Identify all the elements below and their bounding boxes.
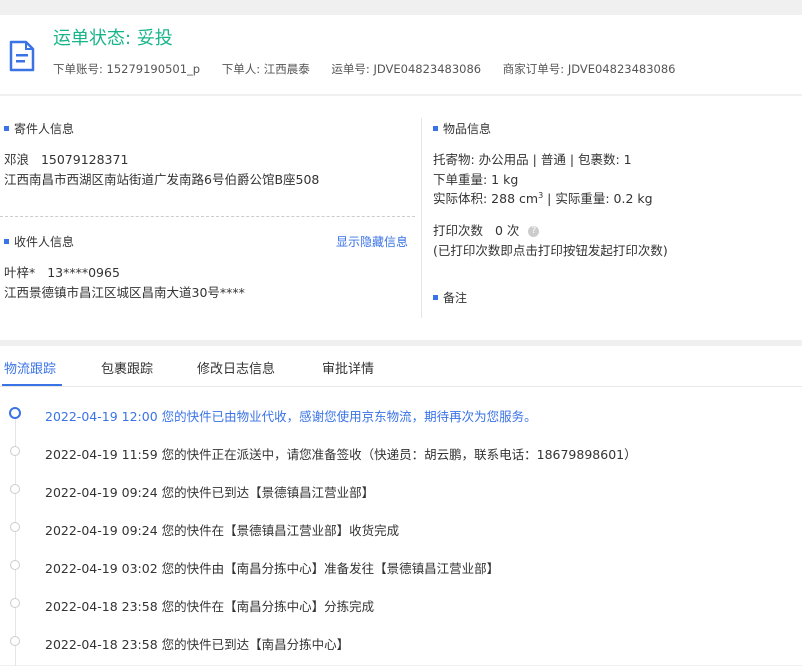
goods-section-title: 物品信息 — [433, 120, 491, 137]
status-value: 妥投 — [136, 28, 173, 49]
waybill-value: JDVE04823483086 — [373, 62, 482, 76]
receiver-section-title: 收件人信息 — [4, 233, 74, 250]
waybill-header: 运单状态: 妥投 下单账号: 15279190501_p 下单人: 江西晨泰 运… — [0, 15, 802, 94]
timeline-dot — [10, 522, 20, 532]
question-icon[interactable]: ? — [528, 226, 540, 237]
account-value: 15279190501_p — [106, 62, 201, 76]
actual-weight-text: | 实际重量: 0.2 kg — [543, 191, 653, 206]
volume-text: 实际体积: 288 cm — [433, 191, 539, 206]
info-panel: 寄件人信息 邓浪 15079128371 江西南昌市西湖区南站街道广发南路6号伯… — [0, 96, 802, 340]
tab-bar: 物流跟踪 包裹跟踪 修改日志信息 审批详情 — [0, 346, 802, 387]
timeline-item: 2022-04-19 03:02 您的快件由【南昌分拣中心】准备发往【景德镇昌江… — [0, 558, 802, 578]
receiver-name-phone: 叶梓* 13****0965 — [4, 262, 120, 281]
timeline-text: 2022-04-18 23:58 您的快件在【南昌分拣中心】分拣完成 — [45, 599, 375, 614]
timeline-text: 2022-04-19 12:00 您的快件已由物业代收，感谢您使用京东物流，期待… — [45, 409, 537, 424]
timeline-item: 2022-04-18 23:58 您的快件在【南昌分拣中心】分拣完成 — [0, 596, 802, 616]
goods-line-weight: 下单重量: 1 kg — [433, 172, 519, 187]
merchant-order-label: 商家订单号: — [502, 62, 565, 76]
timeline-item: 2022-04-19 12:00 您的快件已由物业代收，感谢您使用京东物流，期待… — [0, 406, 802, 426]
timeline-item: 2022-04-19 09:24 您的快件在【景德镇昌江营业部】收货完成 — [0, 520, 802, 540]
timeline-dot — [10, 636, 20, 646]
timeline-text: 2022-04-19 09:24 您的快件在【景德镇昌江营业部】收货完成 — [45, 523, 400, 538]
timeline-text: 2022-04-19 03:02 您的快件由【南昌分拣中心】准备发往【景德镇昌江… — [45, 561, 500, 576]
waybill-status: 运单状态: 妥投 — [53, 24, 173, 50]
sender-name-phone: 邓浪 15079128371 — [4, 149, 128, 168]
timeline-text: 2022-04-19 11:59 您的快件正在派送中，请您准备签收（快递员：胡云… — [45, 447, 637, 462]
tab-change-log[interactable]: 修改日志信息 — [197, 358, 275, 377]
orderer-value: 江西晨泰 — [263, 62, 310, 76]
tracking-panel: 物流跟踪 包裹跟踪 修改日志信息 审批详情 2022-04-19 12:00 您… — [0, 346, 802, 666]
goods-line-cargo: 托寄物: 办公用品 | 普通 | 包裹数: 1 — [433, 152, 632, 167]
timeline-dot — [10, 598, 20, 608]
timeline-text: 2022-04-19 09:24 您的快件已到达【景德镇昌江营业部】 — [45, 485, 375, 500]
timeline-text: 2022-04-18 23:58 您的快件已到达【南昌分拣中心】 — [45, 637, 350, 652]
timeline-item: 2022-04-19 11:59 您的快件正在派送中，请您准备签收（快递员：胡云… — [0, 444, 802, 464]
tab-approval-details[interactable]: 审批详情 — [322, 358, 374, 377]
timeline-dot-active — [9, 407, 21, 419]
orderer-label: 下单人: — [221, 62, 261, 76]
sender-section-title: 寄件人信息 — [4, 120, 74, 137]
show-hidden-info-link[interactable]: 显示隐藏信息 — [336, 233, 408, 250]
timeline-dot — [10, 446, 20, 456]
tab-package-tracking[interactable]: 包裹跟踪 — [101, 358, 153, 377]
receiver-name: 叶梓* — [4, 265, 36, 280]
print-count-note: (已打印次数即点击打印按钮发起打印次数) — [433, 243, 668, 258]
timeline-dot — [10, 560, 20, 570]
timeline-item: 2022-04-18 23:58 您的快件已到达【南昌分拣中心】 — [0, 634, 802, 654]
merchant-order-value: JDVE04823483086 — [567, 62, 676, 76]
document-icon — [9, 40, 35, 72]
sender-name: 邓浪 — [4, 152, 30, 167]
waybill-meta: 下单账号: 15279190501_p 下单人: 江西晨泰 运单号: JDVE0… — [53, 61, 675, 77]
status-label: 运单状态: — [53, 28, 132, 49]
section-divider — [0, 216, 415, 217]
sender-phone: 15079128371 — [40, 152, 129, 167]
timeline-dot — [10, 484, 20, 494]
print-count-label: 打印次数 — [433, 223, 484, 238]
remark-section-title: 备注 — [433, 289, 467, 306]
print-count: 打印次数 0 次 ? — [433, 220, 540, 239]
column-divider — [421, 118, 422, 318]
goods-line-volume: 实际体积: 288 cm3 | 实际重量: 0.2 kg — [433, 188, 653, 207]
waybill-label: 运单号: — [331, 62, 370, 76]
timeline-item: 2022-04-19 09:24 您的快件已到达【景德镇昌江营业部】 — [0, 482, 802, 502]
account-label: 下单账号: — [53, 62, 103, 76]
print-count-value: 0 次 — [494, 223, 520, 238]
tab-logistics-tracking[interactable]: 物流跟踪 — [4, 358, 56, 377]
active-tab-indicator — [2, 384, 62, 386]
receiver-phone: 13****0965 — [47, 265, 120, 280]
receiver-address: 江西景德镇市昌江区城区昌南大道30号**** — [4, 285, 245, 300]
sender-address: 江西南昌市西湖区南站街道广发南路6号伯爵公馆B座508 — [4, 172, 320, 187]
